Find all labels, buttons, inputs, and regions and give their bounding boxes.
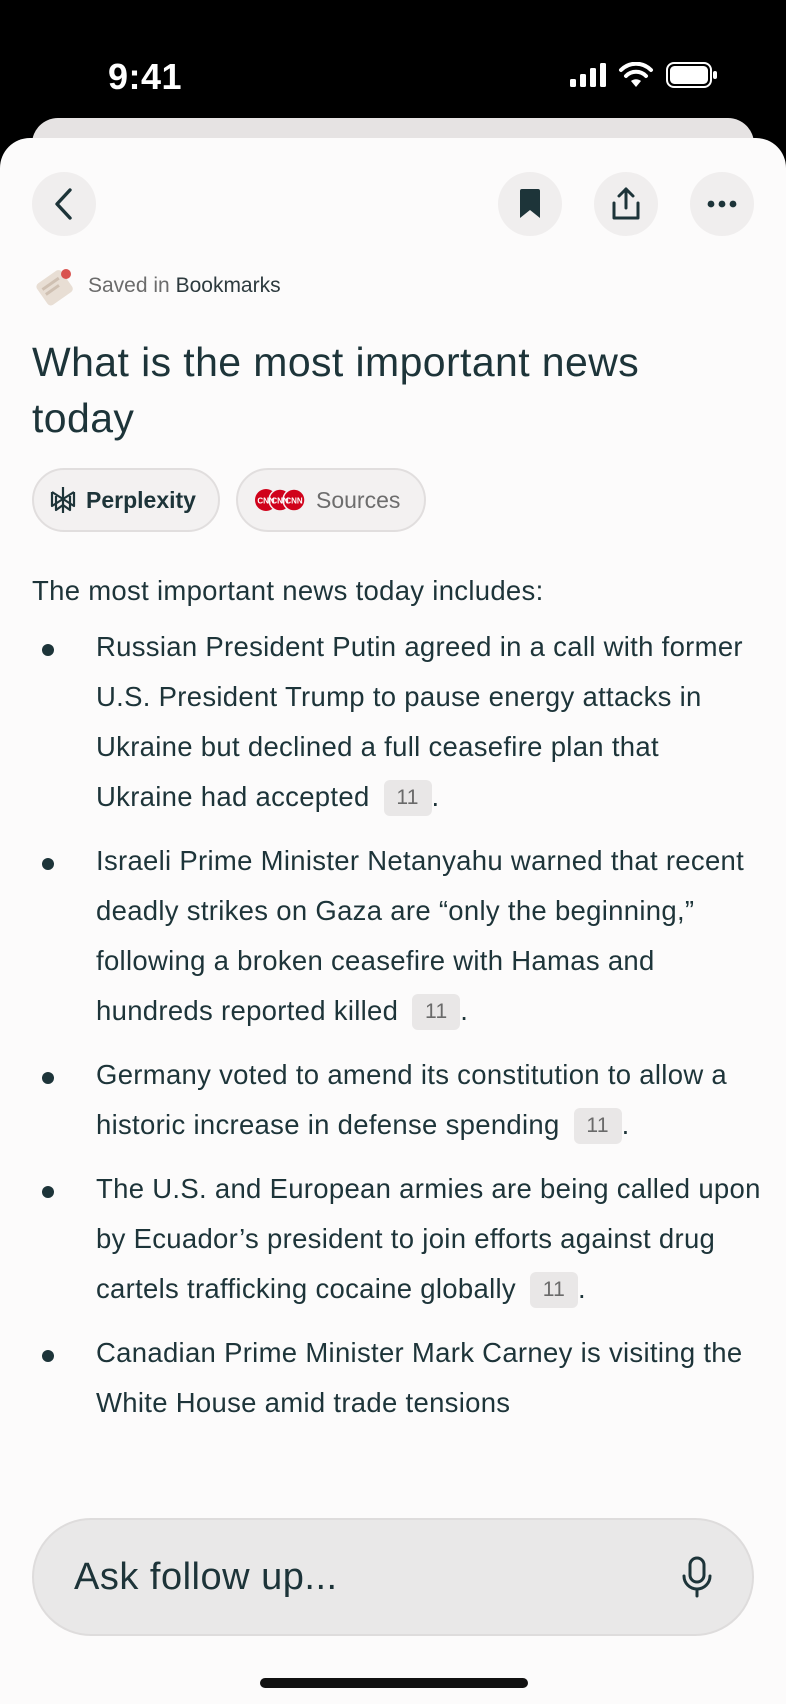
bookmark-icon (520, 189, 540, 218)
perplexity-logo-icon (50, 487, 76, 513)
saved-prefix: Saved in (88, 274, 170, 297)
bullet-dot (42, 1350, 54, 1362)
share-button[interactable] (594, 172, 658, 236)
saved-collection-name: Bookmarks (175, 274, 281, 297)
list-item: Germany voted to amend its constitution … (32, 1050, 762, 1150)
status-time: 9:41 (108, 56, 183, 97)
ellipsis-icon (707, 200, 737, 208)
status-icons (570, 62, 718, 88)
bullet-text: The U.S. and European armies are being c… (96, 1173, 761, 1304)
source-favicons-icon: CNN CNN CNN (255, 488, 306, 512)
status-bar: 9:41 (0, 0, 786, 120)
citation-badge[interactable]: 11 (573, 1108, 622, 1144)
back-button[interactable] (32, 172, 96, 236)
list-item: Canadian Prime Minister Mark Carney is v… (32, 1328, 762, 1428)
citation-badge[interactable]: 11 (383, 780, 432, 816)
bullet-dot (42, 1186, 54, 1198)
bullet-text: Germany voted to amend its constitution … (96, 1059, 728, 1140)
bullet-tail: . (577, 1273, 586, 1304)
share-icon (612, 187, 640, 220)
citation-badge[interactable]: 11 (412, 994, 461, 1030)
list-item: Israeli Prime Minister Netanyahu warned … (32, 836, 762, 1036)
bookmarks-collection-thumbnail (36, 266, 76, 306)
answer-bullet-list: Russian President Putin agreed in a call… (32, 622, 762, 1428)
sources-chip-label: Sources (316, 486, 401, 513)
battery-icon (666, 62, 717, 88)
ask-follow-up-placeholder: Ask follow up... (74, 1555, 338, 1598)
perplexity-chip[interactable]: Perplexity (32, 468, 220, 532)
thread-sheet: Saved in Bookmarks What is the most impo… (0, 138, 786, 1704)
bullet-dot (42, 858, 54, 870)
more-options-button[interactable] (690, 172, 754, 236)
answer-body: The most important news today includes: … (32, 566, 762, 1442)
bullet-dot (42, 644, 54, 656)
answer-intro: The most important news today includes: (32, 575, 544, 606)
chevron-left-icon (55, 188, 72, 220)
list-item: Russian President Putin agreed in a call… (32, 622, 762, 822)
bullet-text: Canadian Prime Minister Mark Carney is v… (96, 1337, 743, 1418)
bookmark-button[interactable] (498, 172, 562, 236)
bullet-tail: . (460, 995, 469, 1026)
microphone-icon[interactable] (682, 1556, 712, 1598)
cellular-signal-icon (570, 63, 606, 87)
citation-badge[interactable]: 11 (529, 1272, 578, 1308)
bullet-tail: . (621, 1109, 630, 1140)
thread-title: What is the most important news today (32, 339, 640, 441)
ask-follow-up-input[interactable]: Ask follow up... (32, 1518, 754, 1636)
saved-in-collection[interactable]: Saved in Bookmarks (36, 266, 281, 306)
perplexity-chip-label: Perplexity (86, 486, 196, 513)
svg-text:CNN: CNN (285, 497, 303, 506)
sources-chip[interactable]: CNN CNN CNN Sources (236, 468, 426, 532)
bullet-tail: . (431, 781, 440, 812)
bullet-dot (42, 1072, 54, 1084)
list-item: The U.S. and European armies are being c… (32, 1164, 762, 1314)
wifi-icon (619, 62, 653, 87)
home-indicator (260, 1678, 528, 1688)
